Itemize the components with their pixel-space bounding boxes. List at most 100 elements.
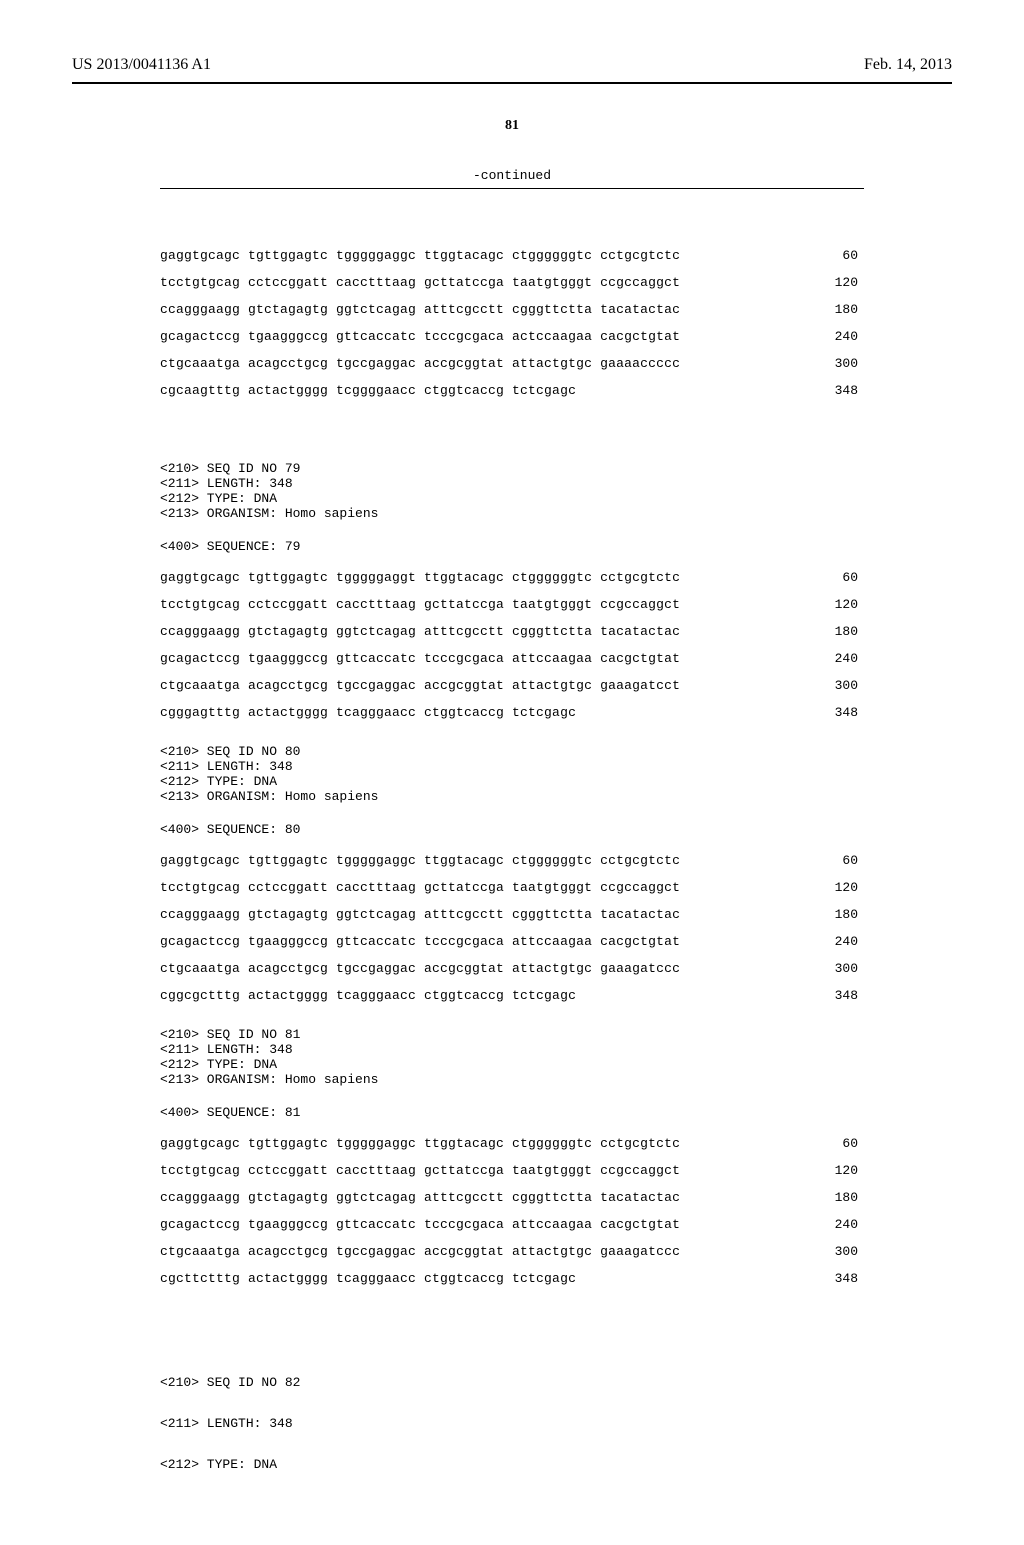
sequence-text: tcctgtgcag cctccggatt cacctttaag gcttatc… xyxy=(160,276,680,289)
sequence-text: cggcgctttg actactgggg tcagggaacc ctggtca… xyxy=(160,989,576,1002)
sequence-position: 120 xyxy=(822,1164,864,1177)
sequence-row: ccagggaagg gtctagagtg ggtctcagag atttcgc… xyxy=(160,625,864,638)
sequence-row: gcagactccg tgaagggccg gttcaccatc tcccgcg… xyxy=(160,1218,864,1231)
sequence-position: 120 xyxy=(822,881,864,894)
sequence-row: gcagactccg tgaagggccg gttcaccatc tcccgcg… xyxy=(160,330,864,343)
seq-length-line: <211> LENGTH: 348 xyxy=(160,1043,864,1056)
sequence-text: tcctgtgcag cctccggatt cacctttaag gcttatc… xyxy=(160,881,680,894)
sequence-row: gaggtgcagc tgttggagtc tgggggaggc ttggtac… xyxy=(160,1137,864,1150)
sequence-block: gaggtgcagc tgttggagtc tgggggaggt ttggtac… xyxy=(160,571,864,719)
sequence-position: 348 xyxy=(822,384,864,397)
sequence-row: gcagactccg tgaagggccg gttcaccatc tcccgcg… xyxy=(160,652,864,665)
sequence-row: ctgcaaatga acagcctgcg tgccgaggac accgcgg… xyxy=(160,679,864,692)
seq-length-line: <211> LENGTH: 348 xyxy=(160,760,864,773)
sequence-block: gaggtgcagc tgttggagtc tgggggaggc ttggtac… xyxy=(160,1137,864,1285)
sequence-text: gcagactccg tgaagggccg gttcaccatc tcccgcg… xyxy=(160,1218,680,1231)
page-number: 81 xyxy=(0,118,1024,134)
sequence-position: 60 xyxy=(822,249,864,262)
sequence-row: tcctgtgcag cctccggatt cacctttaag gcttatc… xyxy=(160,598,864,611)
sequence-position: 60 xyxy=(822,854,864,867)
sequence-meta: <210> SEQ ID NO 80 <211> LENGTH: 348 <212>… xyxy=(160,745,864,803)
sequence-text: ctgcaaatga acagcctgcg tgccgaggac accgcgg… xyxy=(160,679,680,692)
sequence-meta: <210> SEQ ID NO 82 <211> LENGTH: 348 <21… xyxy=(160,1350,864,1499)
sequence-row: cgcttctttg actactgggg tcagggaacc ctggtca… xyxy=(160,1272,864,1285)
sequence-position: 120 xyxy=(822,276,864,289)
sequence-position: 60 xyxy=(822,571,864,584)
sequence-position: 180 xyxy=(822,908,864,921)
publication-date: Feb. 14, 2013 xyxy=(864,56,952,74)
seq-length-line: <211> LENGTH: 348 xyxy=(160,1417,864,1430)
sequence-row: ccagggaagg gtctagagtg ggtctcagag atttcgc… xyxy=(160,908,864,921)
page-header: US 2013/0041136 A1 Feb. 14, 2013 xyxy=(0,56,1024,74)
sequence-text: gcagactccg tgaagggccg gttcaccatc tcccgcg… xyxy=(160,652,680,665)
sequence-row: gaggtgcagc tgttggagtc tgggggaggt ttggtac… xyxy=(160,571,864,584)
seq-length-line: <211> LENGTH: 348 xyxy=(160,477,864,490)
sequence-text: ccagggaagg gtctagagtg ggtctcagag atttcgc… xyxy=(160,908,680,921)
seq-id-line: <210> SEQ ID NO 82 xyxy=(160,1376,864,1389)
sequence-text: gcagactccg tgaagggccg gttcaccatc tcccgcg… xyxy=(160,935,680,948)
sequence-position: 240 xyxy=(822,935,864,948)
sequence-meta: <210> SEQ ID NO 81 <211> LENGTH: 348 <212>… xyxy=(160,1028,864,1086)
sequence-position: 348 xyxy=(822,1272,864,1285)
header-rule xyxy=(72,82,952,84)
sequence-position: 180 xyxy=(822,625,864,638)
sequence-row: tcctgtgcag cctccggatt cacctttaag gcttatc… xyxy=(160,276,864,289)
sequence-row: gaggtgcagc tgttggagtc tgggggaggc ttggtac… xyxy=(160,249,864,262)
sequence-position: 120 xyxy=(822,598,864,611)
sequence-row: cggcgctttg actactgggg tcagggaacc ctggtca… xyxy=(160,989,864,1002)
sequence-header: <400> SEQUENCE: 80 xyxy=(160,823,864,836)
sequence-text: cgcaagtttg actactgggg tcggggaacc ctggtca… xyxy=(160,384,576,397)
continued-label: -continued xyxy=(0,168,1024,183)
section-rule xyxy=(160,188,864,189)
sequence-position: 60 xyxy=(822,1137,864,1150)
sequence-row: ccagggaagg gtctagagtg ggtctcagag atttcgc… xyxy=(160,303,864,316)
sequence-row: cgcaagtttg actactgggg tcggggaacc ctggtca… xyxy=(160,384,864,397)
sequence-text: gaggtgcagc tgttggagtc tgggggaggt ttggtac… xyxy=(160,571,680,584)
sequence-position: 240 xyxy=(822,652,864,665)
sequence-text: tcctgtgcag cctccggatt cacctttaag gcttatc… xyxy=(160,598,680,611)
sequence-row: ctgcaaatga acagcctgcg tgccgaggac accgcgg… xyxy=(160,357,864,370)
sequence-position: 240 xyxy=(822,1218,864,1231)
seq-type-line: <212> TYPE: DNA xyxy=(160,1058,864,1071)
sequence-position: 180 xyxy=(822,303,864,316)
sequence-position: 300 xyxy=(822,679,864,692)
sequence-row: ctgcaaatga acagcctgcg tgccgaggac accgcgg… xyxy=(160,1245,864,1258)
sequence-block: gaggtgcagc tgttggagtc tgggggaggc ttggtac… xyxy=(160,854,864,1002)
seq-organism-line: <213> ORGANISM: Homo sapiens xyxy=(160,507,864,520)
sequence-text: ctgcaaatga acagcctgcg tgccgaggac accgcgg… xyxy=(160,962,680,975)
sequence-header: <400> SEQUENCE: 79 xyxy=(160,540,864,553)
sequence-row: gcagactccg tgaagggccg gttcaccatc tcccgcg… xyxy=(160,935,864,948)
sequence-row: ccagggaagg gtctagagtg ggtctcagag atttcgc… xyxy=(160,1191,864,1204)
sequence-position: 348 xyxy=(822,706,864,719)
seq-organism-line: <213> ORGANISM: Homo sapiens xyxy=(160,1073,864,1086)
sequence-row: gaggtgcagc tgttggagtc tgggggaggc ttggtac… xyxy=(160,854,864,867)
sequence-row: cgggagtttg actactgggg tcagggaacc ctggtca… xyxy=(160,706,864,719)
sequence-text: cgggagtttg actactgggg tcagggaacc ctggtca… xyxy=(160,706,576,719)
seq-organism-line: <213> ORGANISM: Homo sapiens xyxy=(160,790,864,803)
sequence-row: tcctgtgcag cctccggatt cacctttaag gcttatc… xyxy=(160,881,864,894)
sequence-text: gaggtgcagc tgttggagtc tgggggaggc ttggtac… xyxy=(160,249,680,262)
seq-seq-id-line: <210> SEQ ID NO 81 xyxy=(160,1028,864,1041)
sequence-listing-body: gaggtgcagc tgttggagtc tgggggaggc ttggtac… xyxy=(160,210,864,1545)
sequence-position: 300 xyxy=(822,962,864,975)
sequence-block: gaggtgcagc tgttggagtc tgggggaggc ttggtac… xyxy=(160,249,864,397)
seq-type-line: <212> TYPE: DNA xyxy=(160,1458,864,1471)
seq-type-line: <212> TYPE: DNA xyxy=(160,775,864,788)
sequence-position: 180 xyxy=(822,1191,864,1204)
sequence-text: gaggtgcagc tgttggagtc tgggggaggc ttggtac… xyxy=(160,854,680,867)
sequence-text: ctgcaaatga acagcctgcg tgccgaggac accgcgg… xyxy=(160,357,680,370)
seq-seq-id-line: <210> SEQ ID NO 79 xyxy=(160,462,864,475)
sequence-row: tcctgtgcag cctccggatt cacctttaag gcttatc… xyxy=(160,1164,864,1177)
sequence-text: tcctgtgcag cctccggatt cacctttaag gcttatc… xyxy=(160,1164,680,1177)
sequence-text: ccagggaagg gtctagagtg ggtctcagag atttcgc… xyxy=(160,1191,680,1204)
sequence-text: gaggtgcagc tgttggagtc tgggggaggc ttggtac… xyxy=(160,1137,680,1150)
sequence-position: 240 xyxy=(822,330,864,343)
seq-seq-id-line: <210> SEQ ID NO 80 xyxy=(160,745,864,758)
sequence-text: ccagggaagg gtctagagtg ggtctcagag atttcgc… xyxy=(160,303,680,316)
sequence-text: ctgcaaatga acagcctgcg tgccgaggac accgcgg… xyxy=(160,1245,680,1258)
seq-type-line: <212> TYPE: DNA xyxy=(160,492,864,505)
sequence-text: ccagggaagg gtctagagtg ggtctcagag atttcgc… xyxy=(160,625,680,638)
sequence-position: 300 xyxy=(822,357,864,370)
sequence-meta: <210> SEQ ID NO 79 <211> LENGTH: 348 <212>… xyxy=(160,462,864,520)
sequence-text: cgcttctttg actactgggg tcagggaacc ctggtca… xyxy=(160,1272,576,1285)
